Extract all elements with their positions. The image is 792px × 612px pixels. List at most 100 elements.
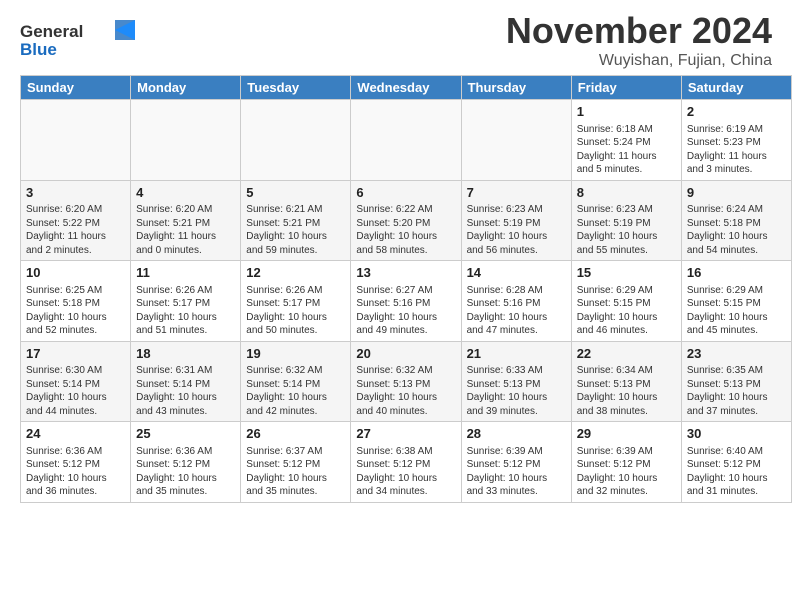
cal-cell: 15 Sunrise: 6:29 AM Sunset: 5:15 PM Dayli… xyxy=(571,261,681,342)
cell-info: Sunrise: 6:38 AM Sunset: 5:12 PM Dayligh… xyxy=(356,445,455,499)
day-number: 29 xyxy=(577,425,676,443)
day-number: 1 xyxy=(577,103,676,121)
cal-cell xyxy=(461,100,571,181)
day-number: 3 xyxy=(26,184,125,202)
day-header-row: SundayMondayTuesdayWednesdayThursdayFrid… xyxy=(21,76,792,100)
day-header-monday: Monday xyxy=(131,76,241,100)
cal-cell: 22Sunrise: 6:34 AM Sunset: 5:13 PM Dayli… xyxy=(571,341,681,422)
month-title: November 2024 xyxy=(506,10,772,52)
day-number: 4 xyxy=(136,184,235,202)
cell-info: Sunrise: 6:20 AM Sunset: 5:22 PM Dayligh… xyxy=(26,203,125,257)
day-number: 19 xyxy=(246,345,345,363)
cal-cell: 10 Sunrise: 6:25 AM Sunset: 5:18 PM Dayli… xyxy=(21,261,131,342)
day-header-thursday: Thursday xyxy=(461,76,571,100)
location: Wuyishan, Fujian, China xyxy=(506,52,772,70)
cal-cell: 8Sunrise: 6:23 AM Sunset: 5:19 PM Daylig… xyxy=(571,180,681,261)
cell-info: Sunrise: 6:31 AM Sunset: 5:14 PM Dayligh… xyxy=(136,364,235,418)
cal-cell: 16Sunrise: 6:29 AM Sunset: 5:15 PM Dayli… xyxy=(681,261,791,342)
cell-info: Sunrise: 6:23 AM Sunset: 5:19 PM Dayligh… xyxy=(577,203,676,257)
cell-info: Sunrise: 6:26 AM Sunset: 5:17 PM Dayligh… xyxy=(246,284,345,338)
day-number: 18 xyxy=(136,345,235,363)
cal-cell: 5Sunrise: 6:21 AM Sunset: 5:21 PM Daylig… xyxy=(241,180,351,261)
day-number: 10 xyxy=(26,264,125,282)
cell-info: Sunrise: 6:30 AM Sunset: 5:14 PM Dayligh… xyxy=(26,364,125,418)
cell-info: Sunrise: 6:35 AM Sunset: 5:13 PM Dayligh… xyxy=(687,364,786,418)
day-header-sunday: Sunday xyxy=(21,76,131,100)
cal-cell: 23Sunrise: 6:35 AM Sunset: 5:13 PM Dayli… xyxy=(681,341,791,422)
day-number: 26 xyxy=(246,425,345,443)
cell-info: Sunrise: 6:23 AM Sunset: 5:19 PM Dayligh… xyxy=(467,203,566,257)
logo-text: General Blue xyxy=(20,15,140,65)
logo: General Blue xyxy=(20,15,140,65)
cell-info: Sunrise: 6:19 AM Sunset: 5:23 PM Dayligh… xyxy=(687,123,786,177)
cell-info: Sunrise: 6:36 AM Sunset: 5:12 PM Dayligh… xyxy=(136,445,235,499)
cal-cell: 13 Sunrise: 6:27 AM Sunset: 5:16 PM Dayli… xyxy=(351,261,461,342)
cell-info: Sunrise: 6:33 AM Sunset: 5:13 PM Dayligh… xyxy=(467,364,566,418)
svg-text:General: General xyxy=(20,22,83,41)
week-row-3: 10 Sunrise: 6:25 AM Sunset: 5:18 PM Dayli… xyxy=(21,261,792,342)
cal-cell: 1 Sunrise: 6:18 AM Sunset: 5:24 PM Daylig… xyxy=(571,100,681,181)
day-header-tuesday: Tuesday xyxy=(241,76,351,100)
cal-cell: 28 Sunrise: 6:39 AM Sunset: 5:12 PM Dayli… xyxy=(461,422,571,503)
day-number: 23 xyxy=(687,345,786,363)
week-row-1: 1 Sunrise: 6:18 AM Sunset: 5:24 PM Daylig… xyxy=(21,100,792,181)
cal-cell: 25Sunrise: 6:36 AM Sunset: 5:12 PM Dayli… xyxy=(131,422,241,503)
cell-info: Sunrise: 6:40 AM Sunset: 5:12 PM Dayligh… xyxy=(687,445,786,499)
cal-cell xyxy=(351,100,461,181)
cal-cell: 7Sunrise: 6:23 AM Sunset: 5:19 PM Daylig… xyxy=(461,180,571,261)
cal-cell: 12Sunrise: 6:26 AM Sunset: 5:17 PM Dayli… xyxy=(241,261,351,342)
cal-cell: 29 Sunrise: 6:39 AM Sunset: 5:12 PM Dayli… xyxy=(571,422,681,503)
cell-info: Sunrise: 6:20 AM Sunset: 5:21 PM Dayligh… xyxy=(136,203,235,257)
cell-info: Sunrise: 6:25 AM Sunset: 5:18 PM Dayligh… xyxy=(26,284,125,338)
cell-info: Sunrise: 6:32 AM Sunset: 5:13 PM Dayligh… xyxy=(356,364,455,418)
cell-info: Sunrise: 6:29 AM Sunset: 5:15 PM Dayligh… xyxy=(577,284,676,338)
day-number: 16 xyxy=(687,264,786,282)
cell-info: Sunrise: 6:36 AM Sunset: 5:12 PM Dayligh… xyxy=(26,445,125,499)
cal-cell: 11Sunrise: 6:26 AM Sunset: 5:17 PM Dayli… xyxy=(131,261,241,342)
week-row-2: 3Sunrise: 6:20 AM Sunset: 5:22 PM Daylig… xyxy=(21,180,792,261)
cal-cell: 18Sunrise: 6:31 AM Sunset: 5:14 PM Dayli… xyxy=(131,341,241,422)
cal-cell: 6Sunrise: 6:22 AM Sunset: 5:20 PM Daylig… xyxy=(351,180,461,261)
day-number: 30 xyxy=(687,425,786,443)
cell-info: Sunrise: 6:39 AM Sunset: 5:12 PM Dayligh… xyxy=(577,445,676,499)
cell-info: Sunrise: 6:18 AM Sunset: 5:24 PM Dayligh… xyxy=(577,123,676,177)
day-number: 11 xyxy=(136,264,235,282)
day-number: 7 xyxy=(467,184,566,202)
day-number: 27 xyxy=(356,425,455,443)
day-number: 2 xyxy=(687,103,786,121)
day-number: 13 xyxy=(356,264,455,282)
day-number: 24 xyxy=(26,425,125,443)
day-number: 22 xyxy=(577,345,676,363)
svg-text:Blue: Blue xyxy=(20,40,57,59)
cal-cell: 17Sunrise: 6:30 AM Sunset: 5:14 PM Dayli… xyxy=(21,341,131,422)
day-header-saturday: Saturday xyxy=(681,76,791,100)
day-number: 8 xyxy=(577,184,676,202)
cell-info: Sunrise: 6:39 AM Sunset: 5:12 PM Dayligh… xyxy=(467,445,566,499)
cal-cell: 3Sunrise: 6:20 AM Sunset: 5:22 PM Daylig… xyxy=(21,180,131,261)
calendar-wrapper: SundayMondayTuesdayWednesdayThursdayFrid… xyxy=(0,75,792,508)
page-header: General Blue November 2024 Wuyishan, Fuj… xyxy=(0,0,792,75)
cal-cell xyxy=(241,100,351,181)
cell-info: Sunrise: 6:34 AM Sunset: 5:13 PM Dayligh… xyxy=(577,364,676,418)
title-block: November 2024 Wuyishan, Fujian, China xyxy=(506,10,772,70)
day-number: 21 xyxy=(467,345,566,363)
cal-cell: 19Sunrise: 6:32 AM Sunset: 5:14 PM Dayli… xyxy=(241,341,351,422)
cal-cell: 26Sunrise: 6:37 AM Sunset: 5:12 PM Dayli… xyxy=(241,422,351,503)
cell-info: Sunrise: 6:32 AM Sunset: 5:14 PM Dayligh… xyxy=(246,364,345,418)
cal-cell: 21Sunrise: 6:33 AM Sunset: 5:13 PM Dayli… xyxy=(461,341,571,422)
week-row-4: 17Sunrise: 6:30 AM Sunset: 5:14 PM Dayli… xyxy=(21,341,792,422)
day-header-friday: Friday xyxy=(571,76,681,100)
cal-cell: 20Sunrise: 6:32 AM Sunset: 5:13 PM Dayli… xyxy=(351,341,461,422)
day-number: 28 xyxy=(467,425,566,443)
day-number: 5 xyxy=(246,184,345,202)
day-number: 15 xyxy=(577,264,676,282)
cal-cell: 2 Sunrise: 6:19 AM Sunset: 5:23 PM Daylig… xyxy=(681,100,791,181)
cell-info: Sunrise: 6:27 AM Sunset: 5:16 PM Dayligh… xyxy=(356,284,455,338)
day-number: 20 xyxy=(356,345,455,363)
cal-cell: 14Sunrise: 6:28 AM Sunset: 5:16 PM Dayli… xyxy=(461,261,571,342)
day-number: 9 xyxy=(687,184,786,202)
cell-info: Sunrise: 6:24 AM Sunset: 5:18 PM Dayligh… xyxy=(687,203,786,257)
cal-cell: 9Sunrise: 6:24 AM Sunset: 5:18 PM Daylig… xyxy=(681,180,791,261)
cal-cell xyxy=(131,100,241,181)
day-number: 6 xyxy=(356,184,455,202)
